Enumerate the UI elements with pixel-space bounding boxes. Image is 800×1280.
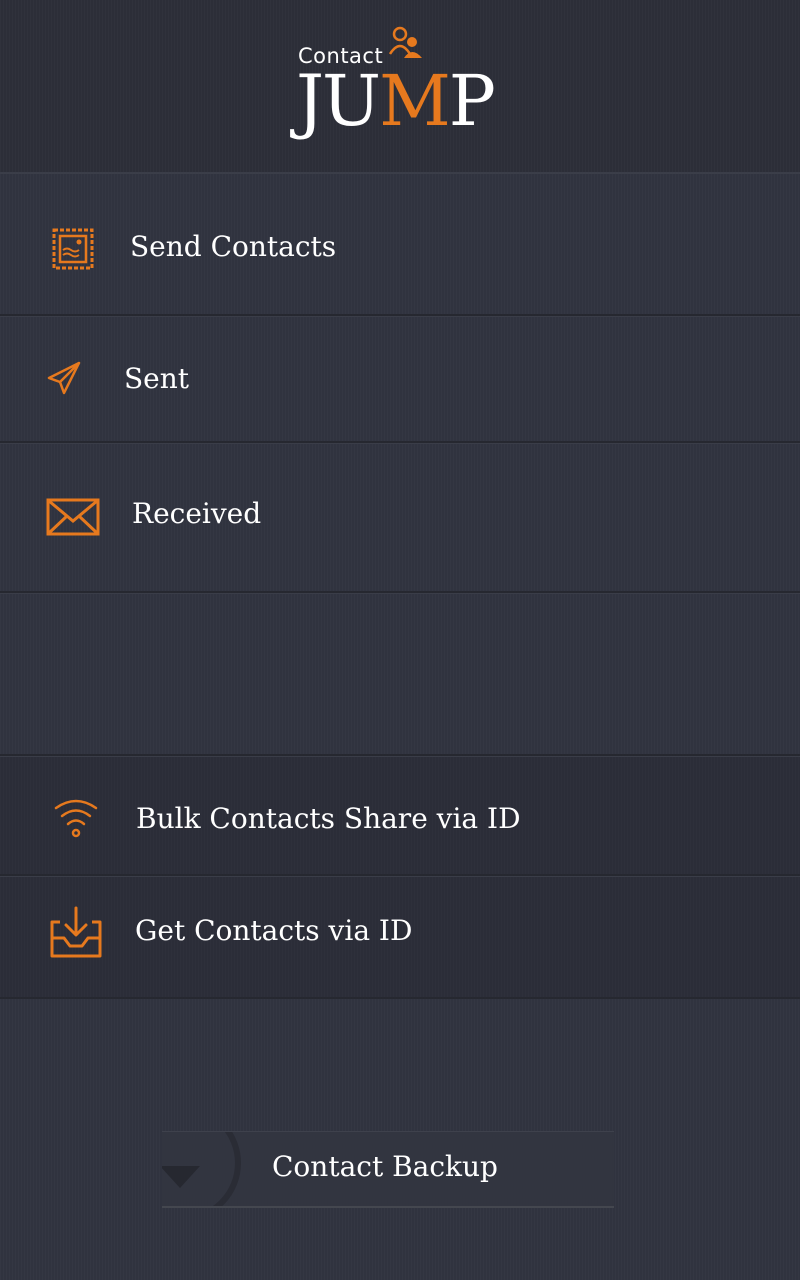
app-header: Contact JUMP [0,0,800,174]
sent-label: Sent [124,362,190,395]
download-tray-icon [50,906,102,958]
wifi-icon [54,799,98,838]
menu-item-bulk-contacts-share[interactable]: Bulk Contacts Share via ID [0,756,800,876]
send-contacts-label: Send Contacts [130,230,337,263]
download-arrow-icon [162,1132,241,1206]
stamp-icon [52,228,94,270]
received-label: Received [132,497,262,530]
menu-item-sent[interactable]: Sent [0,316,800,443]
contact-backup-button[interactable]: Contact Backup [162,1131,614,1208]
paper-plane-icon [47,361,81,395]
logo-jump-prefix: JU [296,60,381,142]
menu-spacer [0,593,800,756]
menu-item-received[interactable]: Received [0,443,800,593]
menu-item-send-contacts[interactable]: Send Contacts [0,172,800,316]
logo-jump-text: JUMP [296,60,496,142]
contact-jump-logo: Contact JUMP [296,24,496,144]
logo-jump-m: M [379,60,451,142]
menu-item-get-contacts[interactable]: Get Contacts via ID [0,876,800,999]
bulk-contacts-share-label: Bulk Contacts Share via ID [136,802,521,835]
logo-jump-suffix: P [448,60,496,142]
envelope-icon [46,498,100,536]
get-contacts-label: Get Contacts via ID [135,914,413,947]
person-icon [388,26,422,58]
contact-backup-label: Contact Backup [272,1150,498,1183]
